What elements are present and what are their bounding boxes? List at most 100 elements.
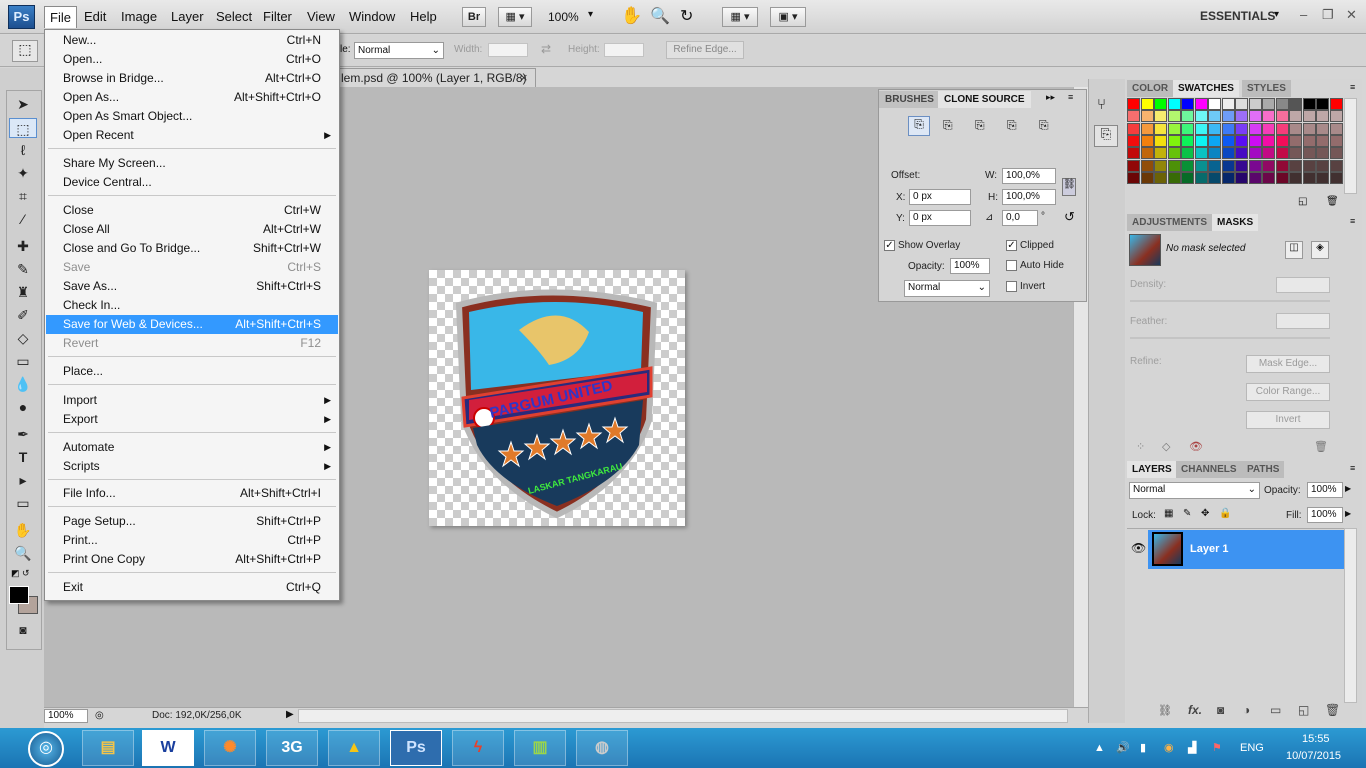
pen-tool-icon[interactable]: ✒ <box>9 424 37 444</box>
opacity-arrow-icon[interactable]: ▶ <box>1345 484 1351 493</box>
trash-icon[interactable]: 🗑 <box>1326 196 1339 207</box>
zoom-tool-icon[interactable]: 🔍 <box>650 6 670 26</box>
eraser-icon[interactable]: ◇ <box>9 328 37 348</box>
color-swatch[interactable] <box>1221 134 1235 147</box>
color-swatch[interactable] <box>1289 159 1302 172</box>
color-swatch[interactable] <box>1289 147 1302 160</box>
color-swatch[interactable] <box>1262 122 1275 135</box>
color-swatch[interactable] <box>1208 171 1221 184</box>
trash-icon[interactable]: 🗑 <box>1314 440 1328 453</box>
quick-mask-icon[interactable]: ◙ <box>9 620 37 640</box>
tab-channels[interactable]: CHANNELS <box>1176 461 1242 478</box>
color-swatch[interactable] <box>1194 147 1208 160</box>
minimize-icon[interactable]: – <box>1300 7 1307 22</box>
tab-paths[interactable]: PATHS <box>1242 461 1285 478</box>
network-icon[interactable]: ▮ <box>1140 741 1146 754</box>
layer-opacity-input[interactable]: 100% <box>1307 482 1343 498</box>
menu-item-import[interactable]: Import ▶ <box>46 391 338 410</box>
color-swatch[interactable] <box>1289 134 1302 147</box>
color-swatch[interactable] <box>1275 98 1289 110</box>
h-input[interactable]: 100,0% <box>1002 189 1056 205</box>
density-slider[interactable] <box>1130 300 1330 302</box>
color-swatch[interactable] <box>1167 159 1181 172</box>
color-swatch[interactable] <box>1127 98 1140 110</box>
color-swatch[interactable] <box>1262 159 1275 172</box>
layer-name[interactable]: Layer 1 <box>1190 543 1229 555</box>
lock-pixels-icon[interactable]: ✎ <box>1183 508 1191 519</box>
lock-all-icon[interactable]: 🔒 <box>1219 508 1231 519</box>
brush-tool-icon[interactable]: ✎ <box>9 259 37 279</box>
menu-item-save-for-web[interactable]: Save for Web & Devices... Alt+Shift+Ctrl+… <box>46 315 338 334</box>
panel-menu-icon[interactable]: ≡ <box>1350 216 1355 226</box>
type-tool-icon[interactable]: T <box>9 447 37 467</box>
color-swatch[interactable] <box>1248 147 1262 160</box>
color-swatch[interactable] <box>1194 171 1208 184</box>
pixel-mask-icon[interactable]: ◫ <box>1285 241 1303 259</box>
move-tool-icon[interactable]: ➤ <box>9 94 37 114</box>
color-swatch[interactable] <box>1248 110 1262 123</box>
color-swatch[interactable] <box>1329 171 1343 184</box>
screen-mode-button[interactable]: ▦ ▾ <box>498 7 532 27</box>
file-explorer-icon[interactable]: ▤ <box>82 730 134 766</box>
screen-button[interactable]: ▣ ▾ <box>770 7 806 27</box>
x-input[interactable]: 0 px <box>909 189 971 205</box>
color-swatch[interactable] <box>1235 98 1248 110</box>
tab-layers[interactable]: LAYERS <box>1127 461 1177 478</box>
color-swatch[interactable] <box>1248 98 1262 110</box>
color-swatch[interactable] <box>1289 171 1302 184</box>
color-swatch[interactable] <box>1316 171 1329 184</box>
color-swatch[interactable] <box>1221 171 1235 184</box>
angle-input[interactable]: 0,0 <box>1002 210 1038 226</box>
tab-clone-source[interactable]: CLONE SOURCE <box>938 91 1031 108</box>
color-swatch[interactable] <box>1181 122 1194 135</box>
clone-source-5-icon[interactable]: ⎘ <box>1039 118 1049 133</box>
color-swatch[interactable] <box>1262 171 1275 184</box>
color-swatch[interactable] <box>1262 147 1275 160</box>
start-button[interactable]: ◎ <box>28 731 64 767</box>
y-input[interactable]: 0 px <box>909 210 971 226</box>
color-swatch[interactable] <box>1302 147 1316 160</box>
color-swatch[interactable] <box>1248 134 1262 147</box>
color-swatch[interactable] <box>1140 159 1154 172</box>
color-swatch[interactable] <box>1154 134 1167 147</box>
color-swatch[interactable] <box>1208 147 1221 160</box>
lasso-tool-icon[interactable]: ℓ <box>9 140 37 160</box>
crop-tool-icon[interactable]: ⌗ <box>9 186 37 206</box>
color-swatch[interactable] <box>1140 171 1154 184</box>
history-brush-icon[interactable]: ✐ <box>9 305 37 325</box>
menu-select[interactable]: Select <box>211 6 257 28</box>
auto-hide-checkbox[interactable] <box>1006 260 1017 271</box>
color-swatch[interactable] <box>1302 159 1316 172</box>
path-selection-icon[interactable]: ▸ <box>9 470 37 490</box>
color-swatch[interactable] <box>1275 171 1289 184</box>
tray-expand-icon[interactable]: ▲ <box>1094 742 1105 754</box>
horizontal-scrollbar[interactable] <box>298 709 1068 723</box>
flash-icon[interactable]: ϟ <box>452 730 504 766</box>
menu-item-print-one-copy[interactable]: Print One Copy Alt+Shift+Ctrl+P <box>46 550 338 569</box>
menu-edit[interactable]: Edit <box>79 6 111 28</box>
color-swatch[interactable] <box>1275 110 1289 123</box>
color-swatch[interactable] <box>1167 98 1181 110</box>
threeg-icon[interactable]: 3G <box>266 730 318 766</box>
fill-arrow-icon[interactable]: ▶ <box>1345 509 1351 518</box>
style-select[interactable]: Normal ⌄ <box>354 42 444 59</box>
blur-tool-icon[interactable]: 💧 <box>9 374 37 394</box>
status-menu-icon[interactable]: ◎ <box>95 710 104 721</box>
brush-preset-icon[interactable]: ⑂ <box>1097 96 1106 113</box>
menu-item-close[interactable]: Close Ctrl+W <box>46 201 338 220</box>
menu-item-page-setup[interactable]: Page Setup... Shift+Ctrl+P <box>46 512 338 531</box>
color-swatch[interactable] <box>1127 134 1140 147</box>
color-swatch[interactable] <box>1329 110 1343 123</box>
zoom-level[interactable]: 100% <box>548 10 579 24</box>
menu-file[interactable]: File <box>44 6 77 28</box>
zoom-tool-icon[interactable]: 🔍 <box>9 543 37 563</box>
color-swatch[interactable] <box>1167 110 1181 123</box>
menu-item-open[interactable]: Open... Ctrl+O <box>46 50 338 69</box>
color-swatch[interactable] <box>1221 98 1235 110</box>
color-swatch[interactable] <box>1127 159 1140 172</box>
menu-item-file-info[interactable]: File Info... Alt+Shift+Ctrl+I <box>46 484 338 503</box>
color-swatch[interactable] <box>1289 122 1302 135</box>
status-zoom-input[interactable]: 100% <box>44 709 88 723</box>
tab-swatches[interactable]: SWATCHES <box>1173 80 1239 97</box>
height-input[interactable] <box>604 43 644 57</box>
